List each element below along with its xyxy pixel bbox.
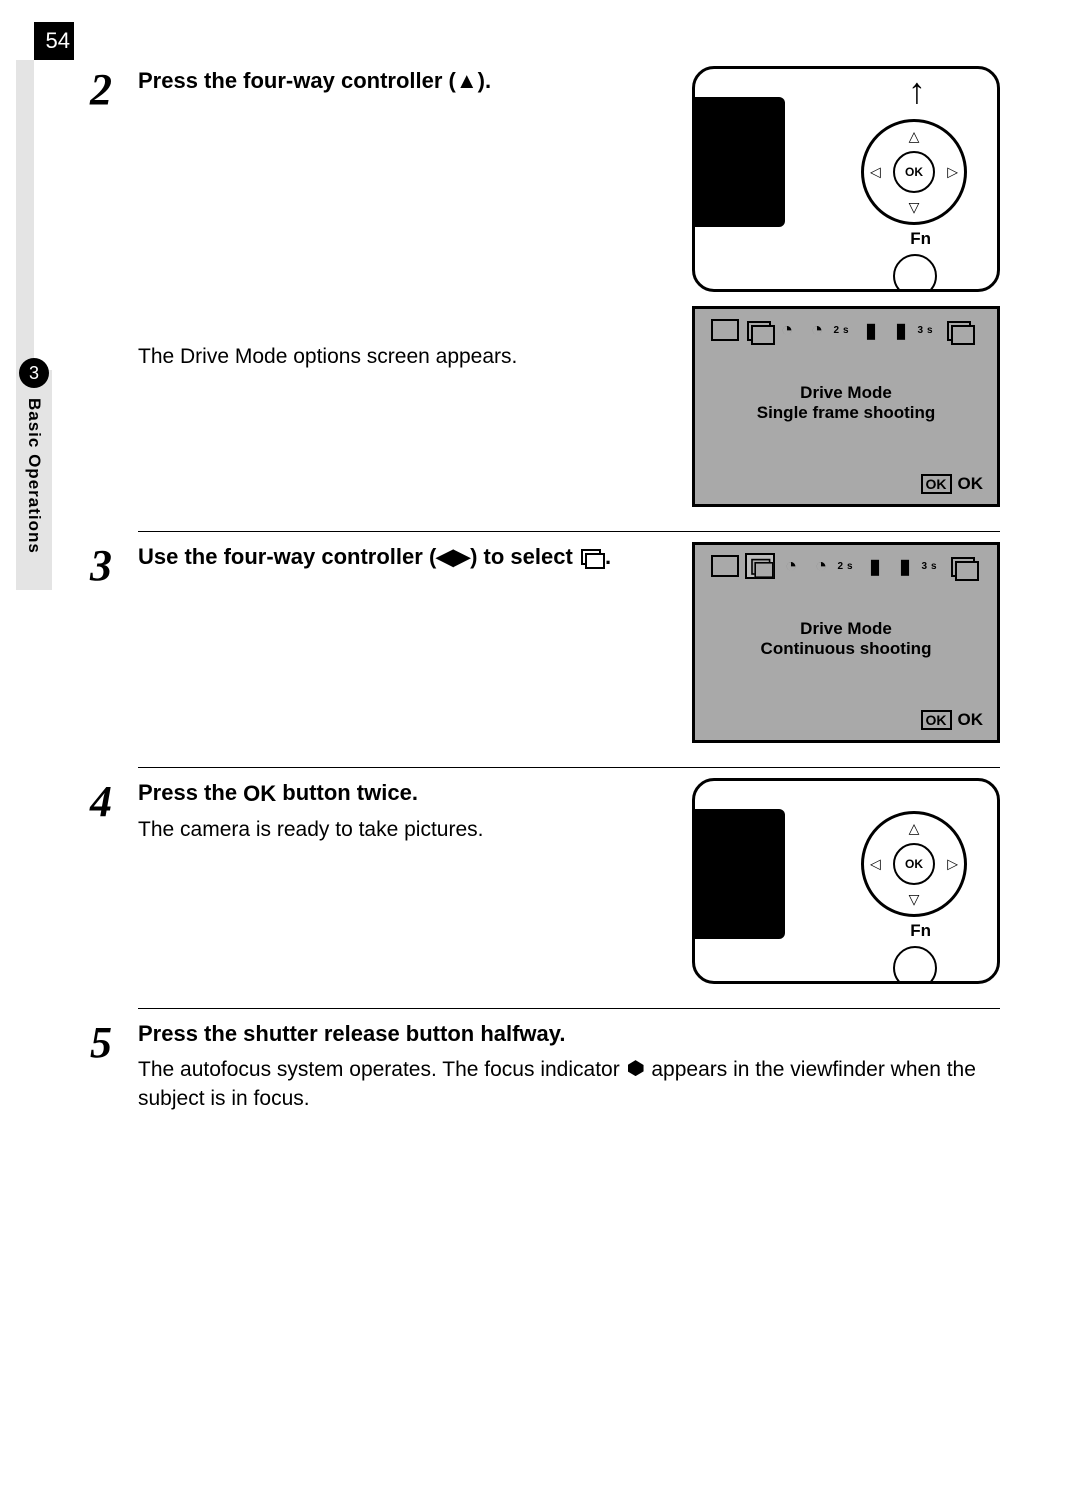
chapter-badge: 3 xyxy=(19,358,49,388)
controller-wheel: △ ▽ ◁ ▷ OK xyxy=(861,119,967,225)
step-number: 5 xyxy=(90,1019,138,1123)
fn-label: Fn xyxy=(910,921,931,941)
lcd-title: Drive Mode xyxy=(695,619,997,639)
step-5: 5 Press the shutter release button halfw… xyxy=(90,1019,1000,1123)
bracket-icon xyxy=(949,555,975,577)
up-triangle-icon: △ xyxy=(909,820,920,837)
step-2: 2 Press the four-way controller (▲). The… xyxy=(90,66,1000,521)
step-body-text: The Drive Mode options screen appears. xyxy=(138,342,676,371)
camera-back-illustration: △ ▽ ◁ ▷ OK Fn xyxy=(692,778,1000,984)
controller-wheel: △ ▽ ◁ ▷ OK xyxy=(861,811,967,917)
timer-2s-icon: ◔ xyxy=(807,317,831,343)
remote-icon: ▮ xyxy=(861,317,885,343)
ok-inline-icon: OK xyxy=(243,779,276,809)
margin-tab-top xyxy=(16,60,34,390)
lcd-subtitle: Continuous shooting xyxy=(695,639,997,659)
remote-3s-icon: ▮ xyxy=(891,317,915,343)
drive-mode-icons: ◔ ◔2s ▮ ▮3s xyxy=(711,317,981,343)
lcd-ok-hint: OK OK xyxy=(921,474,984,494)
down-triangle-icon: ▽ xyxy=(909,891,920,908)
camera-back-illustration: ↑ △ ▽ ◁ ▷ OK Fn xyxy=(692,66,1000,292)
step-3: 3 Use the four-way controller (◀▶) to se… xyxy=(90,542,1000,757)
step-heading: Use the four-way controller (◀▶) to sele… xyxy=(138,542,676,572)
step-number: 2 xyxy=(90,66,138,521)
step-heading: Press the four-way controller (▲). xyxy=(138,66,676,96)
timer-2s-icon: ◔ xyxy=(811,553,835,579)
camera-lcd-shape xyxy=(692,809,785,939)
ok-label: OK xyxy=(958,710,984,730)
lcd-subtitle: Single frame shooting xyxy=(695,403,997,423)
ok-center-button: OK xyxy=(893,151,935,193)
right-triangle-icon: ▷ xyxy=(947,856,958,873)
fn-circle xyxy=(893,946,937,984)
timer-icon: ◔ xyxy=(777,317,801,343)
manual-page: 54 3 Basic Operations 2 Press the four-w… xyxy=(0,0,1080,1504)
ok-frame-icon: OK xyxy=(921,474,952,494)
lcd-screen-2: ◔ ◔2s ▮ ▮3s Drive Mode Continuous shooti… xyxy=(692,542,1000,743)
step-heading: Press the OK button twice. xyxy=(138,778,676,809)
content-column: 2 Press the four-way controller (▲). The… xyxy=(90,0,1000,1123)
continuous-icon-selected xyxy=(745,553,775,579)
page-number: 54 xyxy=(34,22,74,60)
camera-lcd-shape xyxy=(692,97,785,227)
right-triangle-icon: ▷ xyxy=(947,164,958,181)
timer-icon: ◔ xyxy=(781,553,805,579)
step-heading: Press the shutter release button halfway… xyxy=(138,1019,1000,1049)
ok-center-button: OK xyxy=(893,843,935,885)
ok-label: OK xyxy=(958,474,984,494)
fn-circle xyxy=(893,254,937,292)
lcd-screen-1: ◔ ◔2s ▮ ▮3s Drive Mode Single frame shoo… xyxy=(692,306,1000,507)
up-arrow-icon: ↑ xyxy=(908,73,926,109)
up-triangle-icon: △ xyxy=(909,128,920,145)
single-frame-icon xyxy=(711,555,739,577)
focus-indicator-icon xyxy=(628,1060,644,1076)
step-body-text: The camera is ready to take pictures. xyxy=(138,815,676,844)
fn-label: Fn xyxy=(910,229,931,249)
lcd-ok-hint: OK OK xyxy=(921,710,984,730)
step-number: 3 xyxy=(90,542,138,757)
left-triangle-icon: ◁ xyxy=(870,856,881,873)
remote-icon: ▮ xyxy=(865,553,889,579)
divider xyxy=(138,767,1000,768)
page-number-value: 54 xyxy=(46,28,70,54)
chapter-number: 3 xyxy=(29,363,39,384)
step-4: 4 Press the OK button twice. The camera … xyxy=(90,778,1000,998)
step-number: 4 xyxy=(90,778,138,998)
continuous-icon-inline xyxy=(581,549,603,567)
left-triangle-icon: ◁ xyxy=(870,164,881,181)
drive-mode-icons: ◔ ◔2s ▮ ▮3s xyxy=(711,553,981,579)
step-body-text: The autofocus system operates. The focus… xyxy=(138,1055,1000,1114)
remote-3s-icon: ▮ xyxy=(895,553,919,579)
divider xyxy=(138,531,1000,532)
continuous-icon xyxy=(745,319,771,341)
down-triangle-icon: ▽ xyxy=(909,199,920,216)
lcd-title: Drive Mode xyxy=(695,383,997,403)
divider xyxy=(138,1008,1000,1009)
bracket-icon xyxy=(945,319,971,341)
single-frame-icon xyxy=(711,319,739,341)
section-label: Basic Operations xyxy=(24,398,44,554)
ok-frame-icon: OK xyxy=(921,710,952,730)
